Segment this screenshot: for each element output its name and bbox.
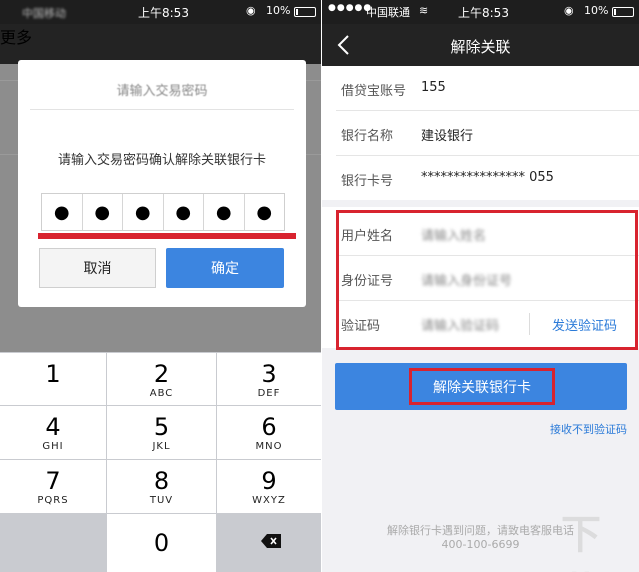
key-digit: 2 xyxy=(153,360,170,388)
key-blank xyxy=(0,514,106,572)
account-info: 借贷宝账号 155 银行名称 建设银行 银行卡号 ***************… xyxy=(322,66,639,200)
battery-icon xyxy=(294,7,316,17)
key-digit: 6 xyxy=(261,413,277,441)
key-digit: 4 xyxy=(45,413,61,441)
pin-input[interactable]: ● ● ● ● ● ● xyxy=(41,193,285,231)
pin-digit: ● xyxy=(42,194,83,230)
key-1[interactable]: 1 xyxy=(0,353,106,405)
dimmed-header: 更多 xyxy=(0,24,321,64)
info-label: 借贷宝账号 xyxy=(341,84,407,99)
highlight-box xyxy=(336,210,638,350)
status-time: 上午8:53 xyxy=(458,6,509,20)
key-2[interactable]: 2 ABC xyxy=(107,353,216,405)
left-screen: 更多 中国移动 上午8:53 ◉ 10% 请输入交易密码 请输入交易密码确认解除… xyxy=(0,0,321,572)
key-0[interactable]: 0 xyxy=(107,514,216,572)
delete-key[interactable] xyxy=(217,514,321,572)
status-bar: ●●●●● 中国联通 ≋ 上午8:53 ◉ 10% xyxy=(322,0,639,24)
key-letters: MNO xyxy=(255,441,283,452)
no-code-link[interactable]: 接收不到验证码 xyxy=(550,421,627,437)
key-digit: 1 xyxy=(45,360,61,388)
rotation-lock-icon: ◉ xyxy=(246,4,256,17)
dialog-title: 请输入交易密码 xyxy=(116,84,208,99)
key-9[interactable]: 9 WXYZ xyxy=(217,460,321,513)
carrier-label: 中国移动 xyxy=(22,7,66,20)
key-digit: 5 xyxy=(153,413,170,441)
key-digit: 3 xyxy=(261,360,277,388)
info-label: 银行名称 xyxy=(341,129,394,144)
key-letters: PQRS xyxy=(37,495,69,506)
key-digit: 7 xyxy=(45,467,61,495)
pin-digit: ● xyxy=(204,194,245,230)
nav-bar: 解除关联 xyxy=(322,24,639,66)
key-6[interactable]: 6 MNO xyxy=(217,406,321,459)
unlink-card-label: 解除关联银行卡 xyxy=(409,368,555,405)
key-4[interactable]: 4 GHI xyxy=(0,406,106,459)
key-letters: ABC xyxy=(149,388,174,399)
pin-digit: ● xyxy=(123,194,164,230)
info-value: **************** 055 xyxy=(421,170,554,185)
battery-percent: 10% xyxy=(584,4,609,17)
pin-digit: ● xyxy=(83,194,123,230)
password-dialog: 请输入交易密码 请输入交易密码确认解除关联银行卡 ● ● ● ● ● ● 取消 … xyxy=(18,60,306,307)
rotation-lock-icon: ◉ xyxy=(564,4,574,17)
key-5[interactable]: 5 JKL xyxy=(107,406,216,459)
key-letters: JKL xyxy=(152,441,171,452)
key-digit: 0 xyxy=(153,529,170,557)
watermark-logo: 下载 xyxy=(561,512,601,572)
pin-digit: ● xyxy=(256,201,273,223)
dialog-divider xyxy=(30,109,294,110)
more-link[interactable]: 更多 xyxy=(0,28,32,47)
key-letters: GHI xyxy=(42,441,64,452)
info-row-card: 银行卡号 **************** 055 xyxy=(322,156,639,201)
key-letters: TUV xyxy=(149,495,174,506)
dialog-message: 请输入交易密码确认解除关联银行卡 xyxy=(57,153,266,168)
info-row-bank: 银行名称 建设银行 xyxy=(322,111,639,156)
pin-digit: ● xyxy=(164,194,204,230)
key-7[interactable]: 7 PQRS xyxy=(0,460,106,513)
right-screen: ●●●●● 中国联通 ≋ 上午8:53 ◉ 10% 解除关联 借贷宝账号 155… xyxy=(322,0,639,572)
unlink-card-button[interactable]: 解除关联银行卡 xyxy=(335,363,627,410)
cancel-button[interactable]: 取消 xyxy=(39,248,156,288)
info-label: 银行卡号 xyxy=(341,174,394,189)
status-time: 上午8:53 xyxy=(138,6,189,20)
key-3[interactable]: 3 DEF xyxy=(217,353,321,405)
highlight-underline xyxy=(38,233,296,239)
confirm-button[interactable]: 确定 xyxy=(166,248,284,288)
wifi-icon: ≋ xyxy=(419,4,429,17)
page-title: 解除关联 xyxy=(450,38,511,56)
carrier-label: 中国联通 xyxy=(366,6,410,19)
info-row-account: 借贷宝账号 155 xyxy=(322,66,639,111)
info-value: 建设银行 xyxy=(421,129,474,144)
key-digit: 8 xyxy=(153,467,170,495)
key-digit: 9 xyxy=(261,467,277,495)
numeric-keypad: 1 2 ABC 3 DEF 4 GHI 5 JKL 6 MNO 7 PQRS 8 xyxy=(0,352,321,572)
status-bar: 中国移动 上午8:53 ◉ 10% xyxy=(0,0,321,24)
backspace-icon xyxy=(261,534,281,548)
battery-icon xyxy=(612,7,634,17)
info-value: 155 xyxy=(421,80,446,95)
key-letters: WXYZ xyxy=(252,495,286,506)
battery-percent: 10% xyxy=(266,4,291,17)
key-letters: DEF xyxy=(257,388,281,399)
key-8[interactable]: 8 TUV xyxy=(107,460,216,513)
